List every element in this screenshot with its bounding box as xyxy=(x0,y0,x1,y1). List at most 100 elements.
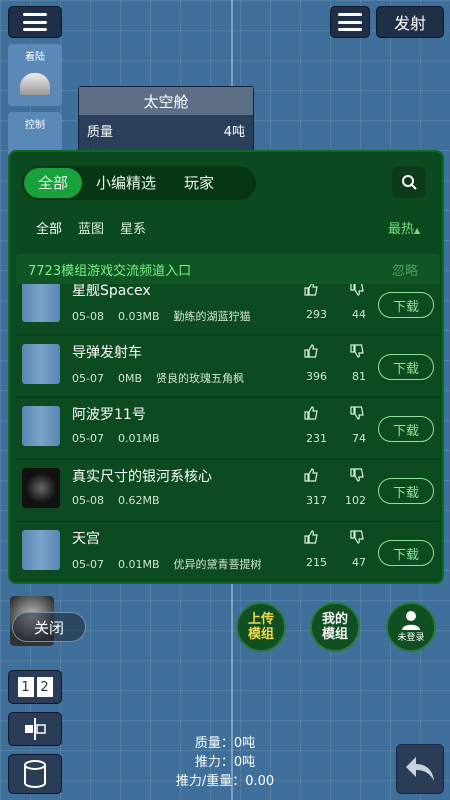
my-mods-button[interactable]: 我的 模组 xyxy=(310,602,360,652)
stage-one-icon: 1 xyxy=(17,677,34,697)
filter-bar: 全部 蓝图 星系 xyxy=(36,218,146,237)
like-count: 215 xyxy=(306,556,327,569)
mod-browser-panel: 全部 小编精选 玩家 全部 蓝图 星系 最热▲ 星舰Spacex 05-08 0.0… xyxy=(8,150,444,584)
mod-title: 真实尺寸的银河系核心 xyxy=(72,469,212,485)
mod-meta: 05-07 0.01MB xyxy=(72,432,188,445)
upload-mod-button[interactable]: 上传 模组 xyxy=(236,602,286,652)
thumbs-up-icon[interactable] xyxy=(304,406,318,420)
download-button[interactable]: 下载 xyxy=(378,540,434,566)
mod-date: 05-08 xyxy=(72,494,104,507)
mod-thumbnail xyxy=(22,530,60,570)
mod-title: 天宫 xyxy=(72,531,100,547)
thumbs-up-icon[interactable] xyxy=(304,344,318,358)
vote-icons xyxy=(304,406,364,420)
mod-row[interactable]: 天宫 05-07 0.01MB 优异的黛青菩提树 215 47 下载 xyxy=(16,522,440,580)
mod-meta: 05-08 0.62MB xyxy=(72,494,188,507)
like-count: 231 xyxy=(306,432,327,445)
thumbs-up-icon[interactable] xyxy=(304,468,318,482)
part-category-label: 控制 xyxy=(25,120,45,131)
part-category-landing[interactable]: 着陆 xyxy=(8,44,62,106)
stage-toggle-button[interactable]: 1 2 xyxy=(8,670,62,704)
dislike-count: 47 xyxy=(352,556,366,569)
mod-title: 阿波罗11号 xyxy=(72,407,146,423)
mod-date: 05-07 xyxy=(72,558,104,571)
tab-players[interactable]: 玩家 xyxy=(170,168,228,198)
stat-mass: 质量：0吨 xyxy=(194,736,256,751)
community-banner[interactable]: 7723模组游戏交流频道入口 忽略 xyxy=(16,254,440,284)
download-button[interactable]: 下载 xyxy=(378,354,434,380)
hamburger-icon xyxy=(338,13,362,31)
thumbs-up-icon[interactable] xyxy=(304,282,318,296)
mod-meta: 05-08 0.03MB 勤练的湖蓝狞猫 xyxy=(72,308,265,324)
sort-selector[interactable]: 最热▲ xyxy=(388,218,420,237)
stat-thrust: 推力：0吨 xyxy=(194,755,256,770)
dislike-count: 81 xyxy=(352,370,366,383)
mod-meta: 05-07 0.01MB 优异的黛青菩提树 xyxy=(72,556,276,572)
banner-ignore[interactable]: 忽略 xyxy=(392,260,418,279)
part-category-label: 着陆 xyxy=(25,52,45,63)
mod-list[interactable]: 星舰Spacex 05-08 0.03MB 勤练的湖蓝狞猫 293 44 下载 导弹发射车 05… xyxy=(16,274,440,580)
mod-date: 05-07 xyxy=(72,372,104,385)
part-info-value: 4吨 xyxy=(223,125,245,140)
mod-meta: 05-07 0MB 贤良的玫瑰五角枫 xyxy=(72,370,258,386)
mod-author: 贤良的玫瑰五角枫 xyxy=(156,372,245,385)
thumbs-down-icon[interactable] xyxy=(350,406,364,420)
rocket-stats: 质量：0吨 推力：0吨 推力/重量：0.00 xyxy=(0,734,450,791)
hamburger-icon xyxy=(23,13,47,31)
banner-link[interactable]: 7723模组游戏交流频道入口 xyxy=(28,260,191,279)
mod-thumbnail xyxy=(22,282,60,322)
tab-all[interactable]: 全部 xyxy=(24,168,83,198)
vote-counts: 293 44 xyxy=(306,308,366,321)
mod-date: 05-07 xyxy=(72,432,104,445)
mod-size: 0.01MB xyxy=(117,558,160,571)
user-icon xyxy=(402,610,420,630)
mod-row[interactable]: 真实尺寸的银河系核心 05-08 0.62MB 317 102 下载 xyxy=(16,460,440,522)
tab-editor-picks[interactable]: 小编精选 xyxy=(82,168,170,198)
mod-thumbnail xyxy=(22,406,60,446)
stat-ratio: 推力/重量：0.00 xyxy=(175,774,275,789)
upload-label-line1: 上传 xyxy=(247,612,274,627)
mod-size: 0MB xyxy=(117,372,143,385)
thumbs-down-icon[interactable] xyxy=(350,530,364,544)
thumbs-down-icon[interactable] xyxy=(350,468,364,482)
mine-label-line2: 模组 xyxy=(321,627,348,642)
upload-label-line2: 模组 xyxy=(247,627,274,642)
vote-icons xyxy=(304,282,364,296)
like-count: 317 xyxy=(306,494,327,507)
mod-thumbnail xyxy=(22,344,60,384)
vote-icons xyxy=(304,468,364,482)
vote-counts: 317 102 xyxy=(306,494,366,507)
close-button[interactable]: 关闭 xyxy=(12,612,86,642)
thumbs-up-icon[interactable] xyxy=(304,530,318,544)
download-button[interactable]: 下载 xyxy=(378,416,434,442)
download-button[interactable]: 下载 xyxy=(378,292,434,318)
like-count: 396 xyxy=(306,370,327,383)
filter-blueprint[interactable]: 蓝图 xyxy=(78,218,104,237)
like-count: 293 xyxy=(306,308,327,321)
menu-button[interactable] xyxy=(8,6,62,38)
mod-thumbnail xyxy=(22,468,60,508)
top-menu-button[interactable] xyxy=(330,6,370,38)
mod-size: 0.03MB xyxy=(117,310,160,323)
part-info-label: 质量 xyxy=(87,125,114,140)
filter-galaxy[interactable]: 星系 xyxy=(120,218,146,237)
login-button[interactable]: 未登录 xyxy=(386,602,436,652)
thumbs-down-icon[interactable] xyxy=(350,282,364,296)
vote-icons xyxy=(304,344,364,358)
dislike-count: 74 xyxy=(352,432,366,445)
mod-row[interactable]: 导弹发射车 05-07 0MB 贤良的玫瑰五角枫 396 81 下载 xyxy=(16,336,440,398)
filter-all[interactable]: 全部 xyxy=(36,218,62,237)
part-info-row: 质量 4吨 xyxy=(79,115,253,140)
mine-label-line1: 我的 xyxy=(321,612,348,627)
download-button[interactable]: 下载 xyxy=(378,478,434,504)
search-button[interactable] xyxy=(392,166,426,198)
mod-row[interactable]: 阿波罗11号 05-07 0.01MB 231 74 下载 xyxy=(16,398,440,460)
undo-button[interactable] xyxy=(396,744,444,794)
launch-button[interactable]: 发射 xyxy=(376,6,444,38)
sort-arrow-icon: ▲ xyxy=(414,226,421,235)
sort-label: 最热 xyxy=(388,222,415,237)
thumbs-down-icon[interactable] xyxy=(350,344,364,358)
mod-date: 05-08 xyxy=(72,310,104,323)
capsule-icon xyxy=(20,73,50,95)
part-categories: 着陆 控制 xyxy=(8,44,62,164)
